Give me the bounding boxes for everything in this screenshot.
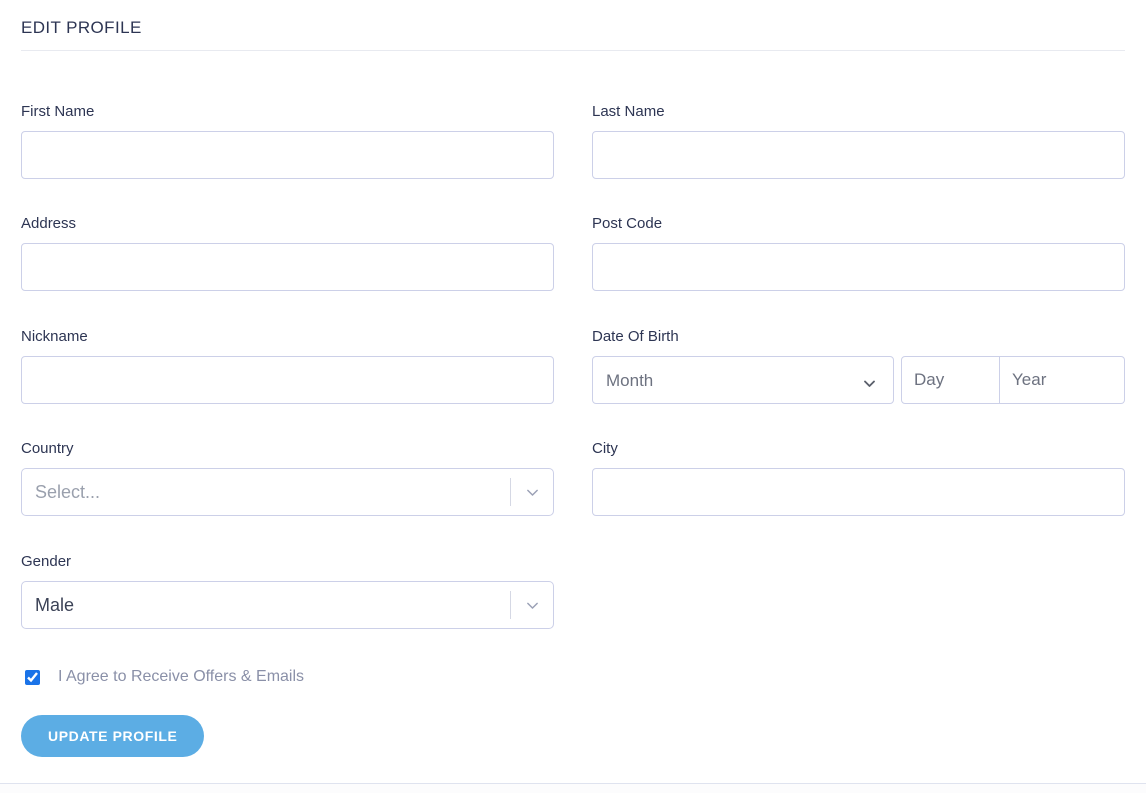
dob-month-select[interactable]: Month xyxy=(592,356,894,404)
post-code-input[interactable] xyxy=(592,243,1125,291)
field-address: Address xyxy=(21,214,554,291)
city-input[interactable] xyxy=(592,468,1125,516)
last-name-input[interactable] xyxy=(592,131,1125,179)
page-title: EDIT PROFILE xyxy=(21,18,142,37)
field-post-code: Post Code xyxy=(592,214,1125,291)
dob-year-input[interactable] xyxy=(1000,356,1125,404)
gender-select[interactable]: Male xyxy=(21,581,554,629)
address-input[interactable] xyxy=(21,243,554,291)
country-label: Country xyxy=(21,440,74,457)
date-of-birth-group: Month xyxy=(592,356,1125,404)
chevron-down-icon[interactable] xyxy=(511,484,553,501)
nickname-label: Nickname xyxy=(21,328,88,345)
post-code-label: Post Code xyxy=(592,215,663,232)
country-select-value: Select... xyxy=(35,482,101,502)
field-last-name: Last Name xyxy=(592,102,1125,179)
address-label: Address xyxy=(21,215,77,232)
first-name-label: First Name xyxy=(21,103,95,120)
last-name-label: Last Name xyxy=(592,103,665,120)
date-of-birth-label: Date Of Birth xyxy=(592,328,679,345)
footer-strip xyxy=(0,784,1146,793)
update-profile-button[interactable]: UPDATE PROFILE xyxy=(21,715,205,757)
consent-row: I Agree to Receive Offers & Emails xyxy=(25,667,304,687)
chevron-down-icon[interactable] xyxy=(511,597,553,614)
field-city: City xyxy=(592,439,1125,516)
city-label: City xyxy=(592,440,618,457)
first-name-input[interactable] xyxy=(21,131,554,179)
header-divider xyxy=(21,50,1125,51)
consent-checkbox[interactable] xyxy=(25,669,40,685)
field-first-name: First Name xyxy=(21,102,554,179)
dob-day-input[interactable] xyxy=(901,356,1000,404)
field-date-of-birth: Date Of Birth Month xyxy=(592,327,1125,404)
consent-label[interactable]: I Agree to Receive Offers & Emails xyxy=(58,667,304,687)
field-gender: Gender Male xyxy=(21,552,554,629)
gender-select-value: Male xyxy=(35,595,75,615)
gender-label: Gender xyxy=(21,553,72,570)
country-select[interactable]: Select... xyxy=(21,468,554,516)
nickname-input[interactable] xyxy=(21,356,554,404)
field-country: Country Select... xyxy=(21,439,554,516)
field-nickname: Nickname xyxy=(21,327,554,404)
edit-profile-page: EDIT PROFILE First Name Last Name Addres… xyxy=(0,0,1146,793)
